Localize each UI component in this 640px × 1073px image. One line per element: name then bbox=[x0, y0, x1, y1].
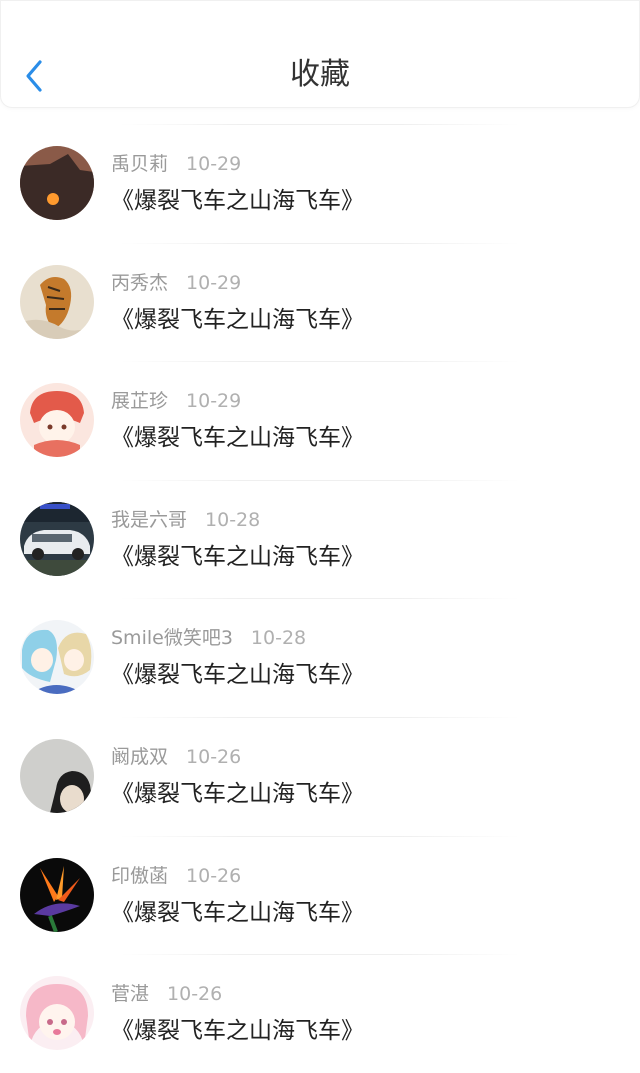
divider bbox=[120, 242, 520, 244]
date: 10-29 bbox=[186, 390, 242, 413]
divider bbox=[120, 598, 520, 600]
list-item[interactable]: 菅湛 10-26 《爆裂飞车之山海飞车》 bbox=[0, 954, 640, 1073]
username: 印傲菡 bbox=[111, 864, 169, 887]
date: 10-29 bbox=[186, 153, 242, 175]
work-title: 《爆裂飞车之山海飞车》 bbox=[111, 899, 364, 926]
pink-anime-avatar-image bbox=[20, 976, 94, 1051]
username: Smile微笑吧3 bbox=[111, 627, 233, 650]
divider bbox=[120, 716, 520, 718]
work-title: 《爆裂飞车之山海飞车》 bbox=[111, 780, 364, 807]
date: 10-28 bbox=[250, 627, 307, 650]
list-item[interactable]: 丙秀杰 10-29 《爆裂飞车之山海飞车》 bbox=[0, 242, 640, 362]
date: 10-29 bbox=[186, 271, 242, 294]
username: 禹贝莉 bbox=[111, 153, 169, 175]
avatar[interactable] bbox=[20, 501, 94, 576]
avatar[interactable] bbox=[20, 857, 94, 932]
list-item[interactable]: 展芷珍 10-29 《爆裂飞车之山海飞车》 bbox=[0, 361, 640, 480]
anime-duo-avatar-image bbox=[20, 620, 94, 695]
list-item[interactable]: 阚成双 10-26 《爆裂飞车之山海飞车》 bbox=[0, 716, 640, 836]
list-item[interactable]: 禹贝莉 10-29 《爆裂飞车之山海飞车》 bbox=[0, 124, 640, 243]
work-title: 《爆裂飞车之山海飞车》 bbox=[111, 188, 364, 214]
bird-of-paradise-avatar-image bbox=[20, 857, 94, 932]
anime-girl-avatar-image bbox=[20, 383, 94, 458]
list-item[interactable]: 印傲菡 10-26 《爆裂飞车之山海飞车》 bbox=[0, 835, 640, 955]
list-item[interactable]: 我是六哥 10-28 《爆裂飞车之山海飞车》 bbox=[0, 479, 640, 599]
avatar[interactable] bbox=[20, 146, 94, 220]
work-title: 《爆裂飞车之山海飞车》 bbox=[111, 425, 364, 452]
avatar[interactable] bbox=[20, 620, 94, 695]
work-title: 《爆裂飞车之山海飞车》 bbox=[111, 306, 364, 333]
divider bbox=[120, 835, 520, 837]
car-avatar-image bbox=[20, 501, 94, 576]
username: 展芷珍 bbox=[111, 390, 169, 413]
divider bbox=[120, 361, 520, 363]
sunset-avatar-image bbox=[20, 146, 94, 220]
tiger-avatar-image bbox=[20, 264, 94, 339]
divider bbox=[120, 124, 520, 125]
person-avatar-image bbox=[20, 738, 94, 813]
avatar[interactable] bbox=[20, 738, 94, 813]
work-title: 《爆裂飞车之山海飞车》 bbox=[111, 662, 364, 689]
avatar[interactable] bbox=[20, 976, 94, 1051]
favorites-list: 禹贝莉 10-29 《爆裂飞车之山海飞车》 丙秀杰 10-29 《爆裂飞车之山海飞车… bbox=[0, 124, 640, 1073]
avatar[interactable] bbox=[20, 383, 94, 458]
username: 菅湛 bbox=[111, 983, 150, 1006]
username: 我是六哥 bbox=[111, 508, 188, 531]
date: 10-26 bbox=[186, 864, 242, 887]
top-bar: 收藏 bbox=[0, 0, 640, 108]
page-title: 收藏 bbox=[290, 57, 350, 92]
date: 10-26 bbox=[186, 745, 242, 768]
username: 丙秀杰 bbox=[111, 271, 169, 294]
list-item[interactable]: Smile微笑吧3 10-28 《爆裂飞车之山海飞车》 bbox=[0, 598, 640, 717]
date: 10-28 bbox=[205, 508, 261, 531]
work-title: 《爆裂飞车之山海飞车》 bbox=[111, 1018, 364, 1045]
divider bbox=[120, 954, 520, 956]
username: 阚成双 bbox=[111, 745, 169, 768]
date: 10-26 bbox=[167, 983, 223, 1006]
divider bbox=[120, 479, 520, 481]
work-title: 《爆裂飞车之山海飞车》 bbox=[111, 543, 364, 570]
avatar[interactable] bbox=[20, 264, 94, 339]
